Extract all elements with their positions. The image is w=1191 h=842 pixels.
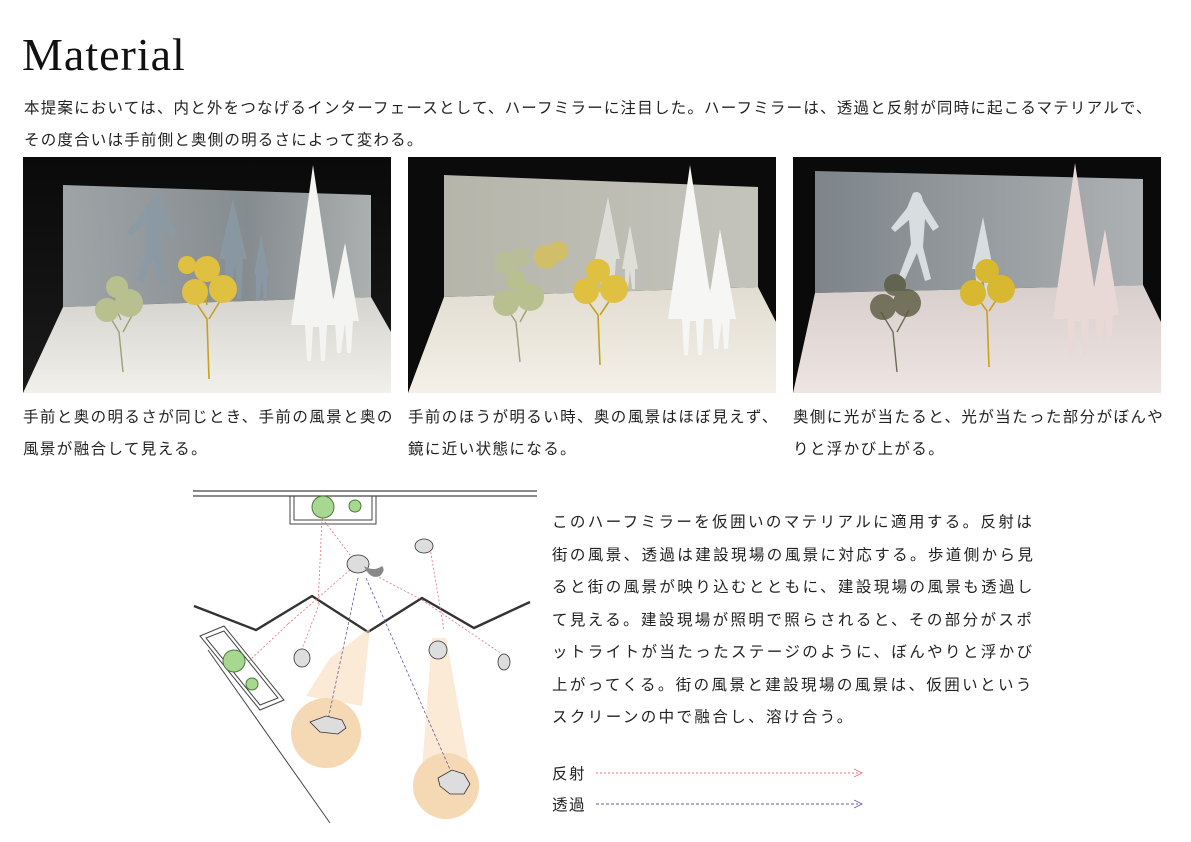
page-title: Material (22, 29, 186, 80)
transmission-line-sample (596, 799, 864, 809)
photo-caption-back-lit: 奥側に光が当たると、光が当たった部分がぼんやりと浮かび上がる。 (793, 408, 1165, 458)
proposal-description: このハーフミラーを仮囲いのマテリアルに適用する。反射は街の風景、透過は建設現場の… (552, 513, 1036, 726)
intro-paragraph: 本提案においては、内と外をつなげるインターフェースとして、ハーフミラーに注目した… (24, 99, 1153, 149)
model-photo-balanced (23, 157, 391, 393)
spotlight-beam (422, 638, 470, 770)
model-photo-back-lit (793, 157, 1161, 393)
legend-label-transmission: 透過 (552, 796, 587, 814)
reflection-line-sample (596, 768, 864, 778)
photo-caption-front-bright: 手前のほうが明るい時、奥の風景はほぼ見えず、鏡に近い状態になる。 (408, 408, 779, 458)
half-mirror-hoarding (193, 594, 531, 634)
shrub-icon (348, 499, 362, 513)
legend-item-reflection: 反射 (552, 762, 882, 788)
legend-item-transmission: 透過 (552, 793, 882, 819)
model-photo-front-bright (408, 157, 776, 393)
street-edge (193, 490, 537, 497)
site-plan-diagram (190, 478, 540, 828)
shrub-icon (245, 677, 259, 691)
tree-icon (311, 495, 335, 519)
spotlight-beam (306, 628, 370, 706)
reflection-lines (247, 517, 503, 663)
photo-caption-balanced: 手前と奥の明るさが同じとき、手前の風景と奥の風景が融合して見える。 (23, 408, 394, 458)
tree-icon (222, 649, 246, 673)
legend-label-reflection: 反射 (552, 765, 587, 783)
